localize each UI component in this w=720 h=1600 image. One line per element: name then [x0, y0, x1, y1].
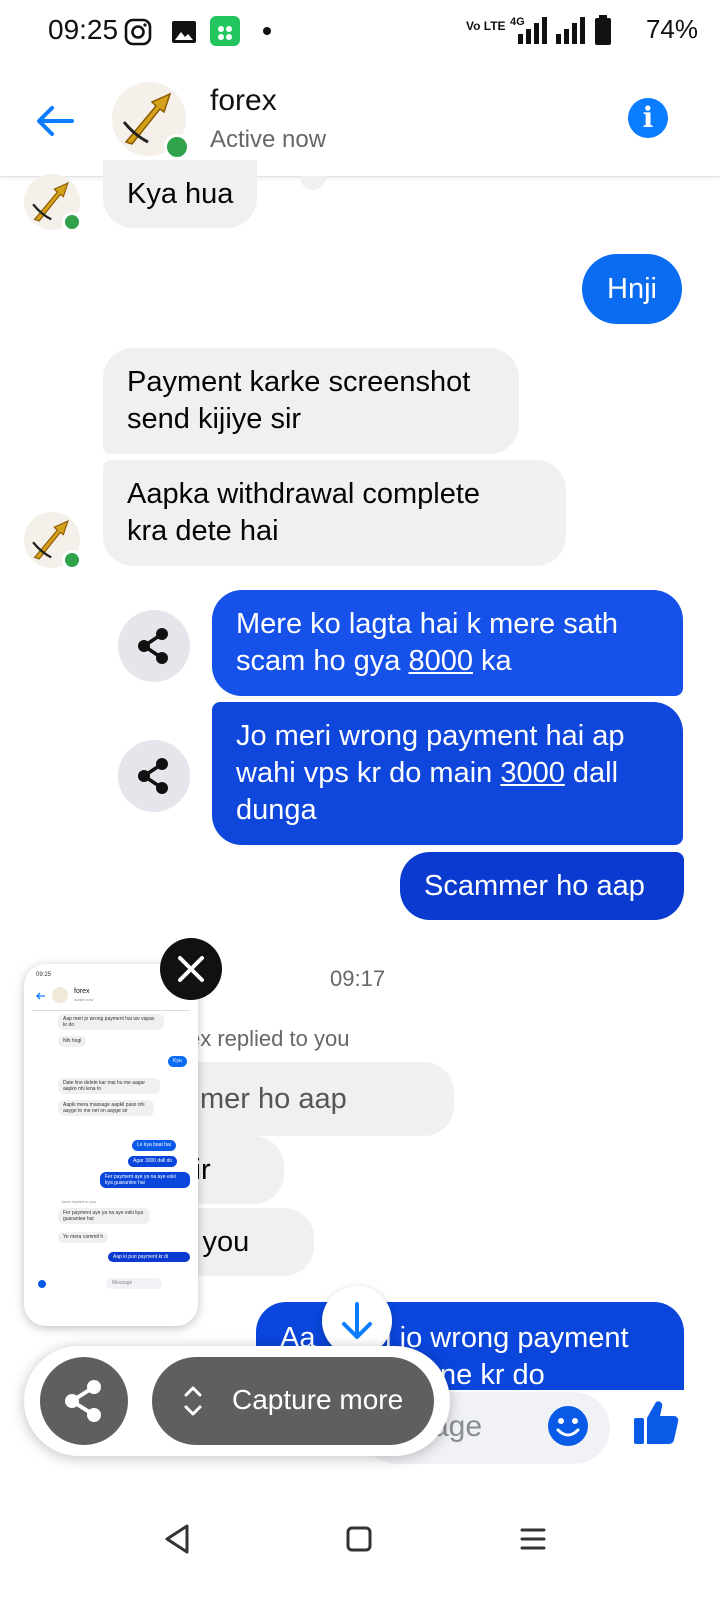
- message-text: Aapka withdrawal complete: [127, 478, 481, 510]
- thumb-message: Nhi hogi: [58, 1036, 87, 1047]
- online-indicator: [62, 550, 82, 570]
- message-outgoing[interactable]: Hnji: [582, 254, 682, 324]
- message-text: Payment karke screenshot: [127, 366, 471, 398]
- thumb-message: Aap meri jo wrong payment hai wo vapas k…: [58, 1014, 164, 1030]
- emoji-icon[interactable]: [546, 1404, 590, 1448]
- message-incoming[interactable]: Aapka withdrawal complete kra dete hai: [103, 460, 566, 566]
- reply-note: ex replied to you: [188, 1026, 350, 1051]
- online-indicator: [62, 212, 82, 232]
- amount-link[interactable]: 3000: [500, 757, 565, 789]
- amount-link[interactable]: 8000: [408, 645, 473, 677]
- share-message-button[interactable]: [118, 610, 190, 682]
- share-icon: [65, 1380, 101, 1422]
- share-icon: [138, 628, 168, 664]
- more-notifications-dot-icon: [263, 27, 271, 35]
- message-text: wahi vps kr do main 3000 dall: [236, 757, 619, 789]
- online-indicator: [164, 134, 190, 160]
- message-text: send kijiye sir: [127, 403, 302, 435]
- thumb-message: Ye mera commit h: [58, 1232, 109, 1243]
- instagram-icon: [124, 18, 152, 46]
- capture-more-label: Capture more: [232, 1384, 404, 1415]
- volte-indicator: Vo LTE: [466, 19, 506, 33]
- back-arrow-icon[interactable]: [34, 100, 76, 142]
- thumb-message: Fer payment aye ya na aye eski kya guara…: [58, 1208, 150, 1224]
- gallery-icon: [172, 21, 196, 43]
- thumb-message: Aapki mera massage aapkil pass nhi aayge…: [58, 1100, 154, 1116]
- thumb-composer: Message: [36, 1278, 186, 1290]
- signal-icon: [556, 17, 585, 44]
- thumb-avatar: [52, 987, 68, 1003]
- thumb-message: Date line delete kar mai hu me aagar aap…: [58, 1078, 160, 1094]
- status-time: 09:25: [48, 14, 119, 45]
- message-outgoing[interactable]: Mere ko lagta hai k mere sath scam ho gy…: [212, 590, 683, 696]
- share-icon: [138, 758, 168, 794]
- thumb-time: 09:25: [36, 972, 52, 978]
- signal-4g-icon: 4G: [510, 16, 547, 44]
- thumb-message: Fer payment aye ya na aye eski kya guara…: [100, 1172, 190, 1188]
- message-outgoing[interactable]: Scammer ho aap: [400, 852, 684, 920]
- like-thumbs-up-icon[interactable]: [632, 1398, 680, 1448]
- nav-menu-icon[interactable]: [518, 1524, 548, 1554]
- thumb-message: Aap ki puri payment kr di: [108, 1252, 190, 1262]
- app-notification-icon: [210, 16, 240, 46]
- message-text: dunga: [236, 794, 317, 826]
- message-text: scam ho gya 8000 ka: [236, 645, 512, 677]
- message-outgoing[interactable]: Jo meri wrong payment hai ap wahi vps kr…: [212, 702, 683, 845]
- thumb-status: Active now: [74, 997, 94, 1002]
- chat-title[interactable]: forex: [210, 84, 277, 118]
- thumb-reply-note: forex replied to you: [62, 1199, 97, 1204]
- message-text: Scammer ho aap: [424, 870, 645, 902]
- screenshot-thumbnail[interactable]: 09:25 forex Active now Aap meri jo wrong…: [24, 964, 198, 1326]
- message-text: Jo meri wrong payment hai ap: [236, 720, 625, 752]
- battery-icon: [595, 15, 611, 45]
- message-incoming[interactable]: Kya hua: [103, 160, 258, 228]
- thumb-message: Le kya baat hai: [132, 1140, 176, 1151]
- message-text: Mere ko lagta hai k mere sath: [236, 608, 619, 640]
- active-status: Active now: [210, 126, 327, 153]
- timestamp: 09:17: [330, 966, 386, 991]
- message-incoming[interactable]: Payment karke screenshot send kijiye sir: [103, 348, 519, 454]
- battery-percent: 74%: [645, 14, 698, 44]
- thumb-message: Agar 3000 dall do: [128, 1156, 178, 1167]
- thumb-title: forex: [74, 988, 90, 995]
- share-screenshot-button[interactable]: [40, 1357, 128, 1445]
- message-text: Hnji: [607, 273, 657, 305]
- thumb-message: Kyu: [168, 1056, 187, 1067]
- status-bar: 09:25 Vo LTE 4G 74%: [0, 0, 720, 64]
- thumb-input: Message: [106, 1278, 162, 1289]
- thumb-plus-icon: [38, 1280, 46, 1288]
- message-text: kra dete hai: [127, 515, 279, 547]
- thumb-back-icon: [36, 992, 45, 1000]
- message-text: mer ho aap: [200, 1083, 347, 1115]
- message-text: Kya hua: [127, 178, 234, 210]
- info-icon[interactable]: i: [628, 98, 668, 138]
- close-thumbnail-button[interactable]: [160, 938, 222, 1000]
- expand-vertical-icon: [184, 1386, 202, 1416]
- partial-bubble: [300, 176, 326, 190]
- share-message-button[interactable]: [118, 740, 190, 812]
- nav-back-icon[interactable]: [162, 1522, 192, 1556]
- nav-home-icon[interactable]: [344, 1524, 374, 1554]
- close-icon: [178, 956, 204, 982]
- system-nav-bar: [0, 1480, 720, 1600]
- svg-text:4G: 4G: [510, 16, 525, 28]
- capture-more-button[interactable]: Capture more: [152, 1357, 434, 1445]
